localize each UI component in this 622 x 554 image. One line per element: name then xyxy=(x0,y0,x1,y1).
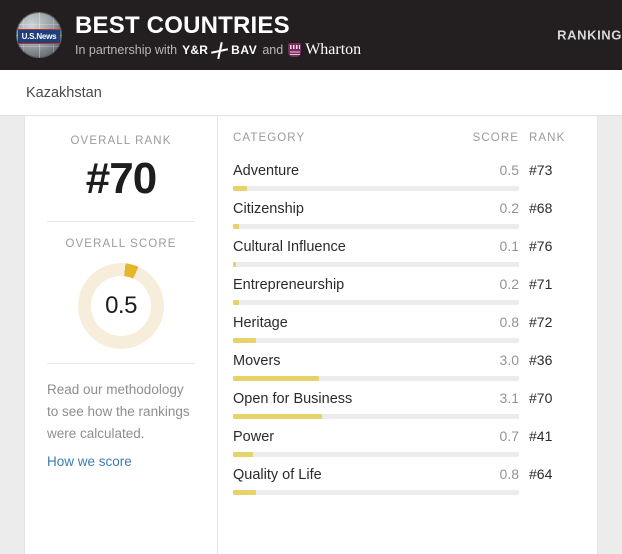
partner-yr-label: Y&R xyxy=(182,43,209,57)
category-name: Citizenship xyxy=(233,201,304,217)
overall-summary-panel: OVERALL RANK #70 OVERALL SCORE 0.5 Read … xyxy=(25,116,218,554)
category-name: Power xyxy=(233,429,275,445)
country-search-bar[interactable]: Kazakhstan xyxy=(0,70,622,116)
site-title: BEST COUNTRIES xyxy=(75,11,290,39)
table-row[interactable]: Heritage 0.8 #72 xyxy=(233,305,575,343)
category-rank: #36 xyxy=(529,352,553,368)
category-rank: #41 xyxy=(529,428,553,444)
category-name: Open for Business xyxy=(233,391,353,407)
column-header-category: CATEGORY xyxy=(233,132,306,144)
wharton-shield-icon xyxy=(288,43,302,57)
how-we-score-link[interactable]: How we score xyxy=(45,454,197,469)
usnews-badge-label: U.S.News xyxy=(18,29,60,44)
category-score: 0.8 xyxy=(499,466,519,482)
category-name: Movers xyxy=(233,353,281,369)
category-score: 0.2 xyxy=(499,276,519,292)
overall-score-label: OVERALL SCORE xyxy=(65,238,177,250)
country-profile-card: OVERALL RANK #70 OVERALL SCORE 0.5 Read … xyxy=(24,116,598,554)
category-rank: #68 xyxy=(529,200,553,216)
category-name: Entrepreneurship xyxy=(233,277,345,293)
column-header-rank: RANK xyxy=(529,132,566,144)
category-score: 0.8 xyxy=(499,314,519,330)
table-row[interactable]: Cultural Influence 0.1 #76 xyxy=(233,229,575,267)
category-rank: #76 xyxy=(529,238,553,254)
partnership-prefix: In partnership with xyxy=(75,43,178,57)
category-name: Heritage xyxy=(233,315,288,331)
methodology-text: Read our methodology to see how the rank… xyxy=(47,382,190,441)
brand-lockup[interactable]: U.S.News BEST COUNTRIES In partnership w… xyxy=(16,12,361,58)
category-score: 0.1 xyxy=(499,238,519,254)
category-score-bar-fill xyxy=(233,490,256,495)
category-name: Quality of Life xyxy=(233,467,322,483)
category-table: CATEGORY SCORE RANK Adventure 0.5 #73 Citiz… xyxy=(218,116,597,554)
yr-cross-icon xyxy=(211,43,228,58)
category-rank: #72 xyxy=(529,314,553,330)
category-name: Adventure xyxy=(233,163,300,179)
site-header: U.S.News BEST COUNTRIES In partnership w… xyxy=(0,0,622,70)
table-row[interactable]: Movers 3.0 #36 xyxy=(233,343,575,381)
overall-rank-value: #70 xyxy=(85,154,157,203)
category-score: 0.2 xyxy=(499,200,519,216)
summary-divider-1 xyxy=(47,221,195,222)
table-row[interactable]: Adventure 0.5 #73 xyxy=(233,153,575,191)
column-header-score: SCORE xyxy=(472,132,519,144)
summary-divider-2 xyxy=(47,363,195,364)
category-table-header: CATEGORY SCORE RANK xyxy=(233,132,575,153)
usnews-globe-icon: U.S.News xyxy=(16,12,62,58)
main-content: OVERALL RANK #70 OVERALL SCORE 0.5 Read … xyxy=(0,116,622,554)
table-row[interactable]: Power 0.7 #41 xyxy=(233,419,575,457)
category-rank: #73 xyxy=(529,162,553,178)
table-row[interactable]: Entrepreneurship 0.2 #71 xyxy=(233,267,575,305)
category-rank: #70 xyxy=(529,390,553,406)
category-score: 0.7 xyxy=(499,428,519,444)
nav-item-ranking[interactable]: RANKING xyxy=(557,28,622,43)
category-score-bar-track xyxy=(233,490,519,495)
search-input[interactable]: Kazakhstan xyxy=(26,85,102,101)
overall-rank-label: OVERALL RANK xyxy=(70,135,172,147)
category-score: 3.1 xyxy=(499,390,519,406)
category-rows: Adventure 0.5 #73 Citizenship 0.2 #68 Cultural… xyxy=(233,153,575,495)
category-score: 3.0 xyxy=(499,352,519,368)
category-name: Cultural Influence xyxy=(233,239,346,255)
partnership-conjunction: and xyxy=(262,43,284,57)
partnership-line: In partnership with Y&R BAV and Wharton xyxy=(75,41,362,58)
overall-score-donut-chart: 0.5 xyxy=(78,263,164,349)
category-rank: #71 xyxy=(529,276,553,292)
category-score: 0.5 xyxy=(499,162,519,178)
partner-wharton-label: Wharton xyxy=(305,41,362,58)
partner-bav-label: BAV xyxy=(231,43,258,57)
overall-score-value: 0.5 xyxy=(105,292,137,319)
table-row[interactable]: Quality of Life 0.8 #64 xyxy=(233,457,575,495)
table-row[interactable]: Open for Business 3.1 #70 xyxy=(233,381,575,419)
category-rank: #64 xyxy=(529,466,553,482)
table-row[interactable]: Citizenship 0.2 #68 xyxy=(233,191,575,229)
